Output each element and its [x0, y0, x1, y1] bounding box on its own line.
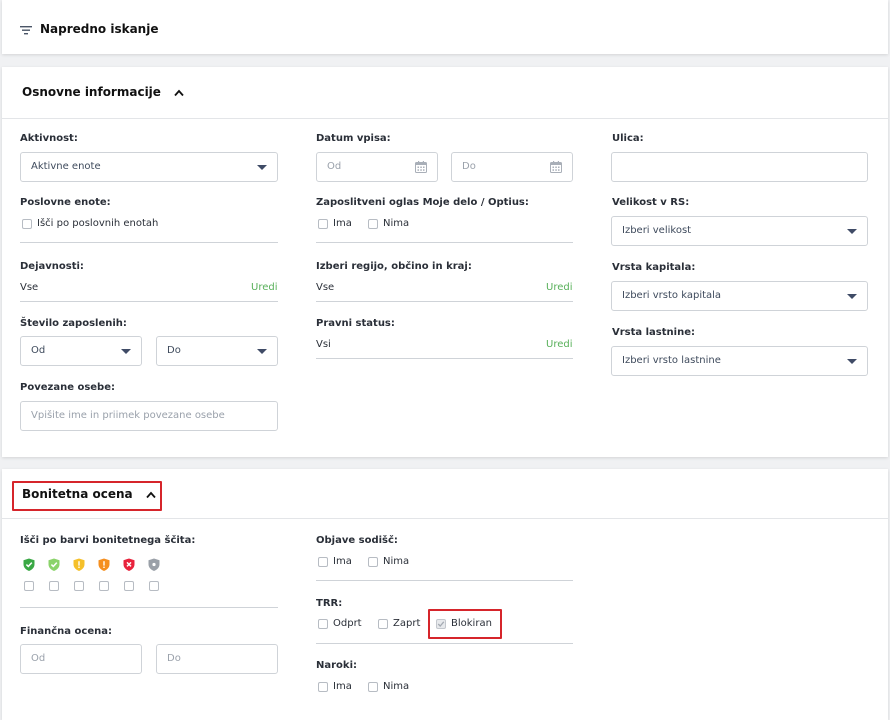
shield-color-label: Išči po barvi bonitetnega ščita:: [20, 535, 196, 546]
page-title: Napredno iskanje: [40, 22, 159, 36]
capital-type-select[interactable]: Izberi vrsto kapitala: [611, 281, 868, 311]
chevron-up-icon: [174, 89, 184, 97]
ownership-type-label: Vrsta lastnine:: [612, 327, 695, 338]
trr-zaprt-checkbox[interactable]: [378, 619, 388, 629]
caret-down-icon: [847, 229, 857, 234]
shield-color-checkbox[interactable]: [149, 581, 159, 591]
hearings-ima-checkbox[interactable]: [318, 682, 328, 692]
court-notices-ima-checkbox[interactable]: [318, 557, 328, 567]
activities-edit-link[interactable]: Uredi: [251, 282, 278, 293]
basic-info-section: Osnovne informacije Aktivnost: Aktivne e…: [2, 67, 888, 457]
activities-value: Vse: [20, 282, 39, 293]
caret-down-icon: [121, 349, 131, 354]
region-value: Vse: [316, 282, 335, 293]
activity-label: Aktivnost:: [20, 133, 78, 144]
divider: [2, 518, 888, 519]
business-units-label: Poslovne enote:: [20, 197, 111, 208]
related-persons-label: Povezane osebe:: [20, 382, 115, 393]
filter-icon[interactable]: [20, 22, 32, 35]
shield-color-checkbox[interactable]: [99, 581, 109, 591]
registration-date-label: Datum vpisa:: [316, 133, 391, 144]
business-units-checkbox[interactable]: [22, 219, 32, 229]
calendar-icon[interactable]: [415, 161, 427, 173]
dot-shield-icon: [148, 557, 160, 571]
highlight-box: [12, 481, 162, 511]
street-input[interactable]: [611, 152, 868, 182]
trr-zaprt-label: Zaprt: [393, 618, 421, 629]
hearings-nima-checkbox[interactable]: [368, 682, 378, 692]
check-shield-icon: [23, 557, 35, 571]
job-ad-nima-checkbox[interactable]: [368, 219, 378, 229]
capital-type-label: Vrsta kapitala:: [612, 262, 696, 273]
street-label: Ulica:: [612, 133, 644, 144]
trr-odprt-label: Odprt: [333, 618, 362, 629]
divider: [316, 643, 573, 644]
registration-date-from-input[interactable]: Od: [316, 152, 438, 182]
caret-down-icon: [847, 294, 857, 299]
divider: [20, 607, 278, 608]
legal-status-label: Pravni status:: [316, 318, 395, 329]
hearings-label: Naroki:: [316, 660, 357, 671]
court-notices-label: Objave sodišč:: [316, 535, 398, 546]
activity-select[interactable]: Aktivne enote: [20, 152, 278, 182]
financial-rating-from-input[interactable]: Od: [20, 644, 142, 674]
check-shield-icon: [48, 557, 60, 571]
registration-date-to-input[interactable]: Do: [451, 152, 573, 182]
highlight-box: [428, 609, 502, 639]
employees-from-select[interactable]: Od: [20, 336, 142, 366]
legal-status-edit-link[interactable]: Uredi: [546, 339, 573, 350]
exclamation-shield-icon: [73, 557, 85, 571]
business-units-option: Išči po poslovnih enotah: [37, 218, 159, 229]
court-notices-ima-label: Ima: [333, 556, 352, 567]
divider: [20, 242, 278, 243]
size-label: Velikost v RS:: [612, 197, 690, 208]
divider: [316, 242, 573, 243]
divider: [316, 301, 573, 302]
court-notices-nima-label: Nima: [383, 556, 410, 567]
x-shield-icon: [123, 557, 135, 571]
legal-status-value: Vsi: [316, 339, 331, 350]
shield-color-checkbox[interactable]: [49, 581, 59, 591]
job-ad-nima-label: Nima: [383, 218, 410, 229]
divider: [316, 358, 573, 359]
shield-color-checkbox[interactable]: [124, 581, 134, 591]
basic-info-toggle[interactable]: Osnovne informacije: [22, 85, 184, 99]
divider: [2, 118, 888, 119]
related-persons-input[interactable]: Vpišite ime in priimek povezane osebe: [20, 401, 278, 431]
caret-down-icon: [257, 349, 267, 354]
employees-label: Število zaposlenih:: [20, 318, 127, 329]
trr-odprt-checkbox[interactable]: [318, 619, 328, 629]
size-select[interactable]: Izberi velikost: [611, 216, 868, 246]
hearings-ima-label: Ima: [333, 681, 352, 692]
financial-rating-to-input[interactable]: Do: [156, 644, 278, 674]
hearings-nima-label: Nima: [383, 681, 410, 692]
job-ad-ima-checkbox[interactable]: [318, 219, 328, 229]
employees-to-select[interactable]: Do: [156, 336, 278, 366]
job-ad-label: Zaposlitveni oglas Moje delo / Optius:: [316, 197, 529, 208]
shield-color-checkbox[interactable]: [24, 581, 34, 591]
activities-label: Dejavnosti:: [20, 261, 84, 272]
advanced-search-header: Napredno iskanje: [2, 0, 888, 54]
caret-down-icon: [257, 165, 267, 170]
ownership-type-select[interactable]: Izberi vrsto lastnine: [611, 346, 868, 376]
job-ad-ima-label: Ima: [333, 218, 352, 229]
court-notices-nima-checkbox[interactable]: [368, 557, 378, 567]
divider: [316, 580, 573, 581]
section-title: Osnovne informacije: [22, 85, 161, 99]
region-edit-link[interactable]: Uredi: [546, 282, 573, 293]
region-label: Izberi regijo, občino in kraj:: [316, 261, 472, 272]
trr-label: TRR:: [316, 598, 343, 609]
divider: [20, 301, 278, 302]
calendar-icon[interactable]: [550, 161, 562, 173]
shield-color-checkbox[interactable]: [74, 581, 84, 591]
exclamation-shield-icon: [98, 557, 110, 571]
credit-rating-section: Bonitetna ocena Išči po barvi bonitetneg…: [2, 469, 888, 720]
caret-down-icon: [847, 359, 857, 364]
financial-rating-label: Finančna ocena:: [20, 626, 112, 637]
